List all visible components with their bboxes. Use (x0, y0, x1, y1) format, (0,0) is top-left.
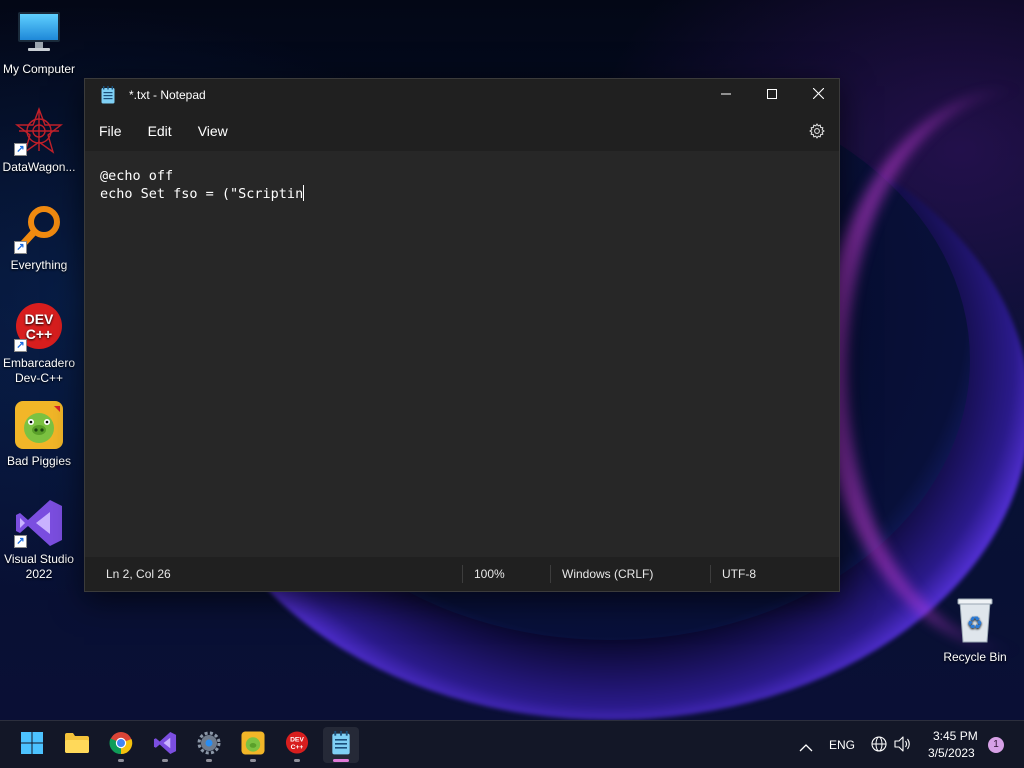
clock-date[interactable]: 3/5/2023 (928, 746, 975, 760)
globe-icon[interactable] (871, 736, 887, 756)
status-bar: Ln 2, Col 26 100% Windows (CRLF) UTF-8 (85, 557, 839, 591)
taskbar-devcpp[interactable]: DEV C++ (279, 727, 315, 763)
taskbar-settings[interactable] (191, 727, 227, 763)
notepad-icon (101, 86, 115, 104)
file-explorer-icon (64, 732, 90, 758)
notification-badge[interactable]: 1 (988, 737, 1004, 753)
notepad-icon (331, 731, 351, 759)
taskbar: DEV C++ ENG 3:45 PM 3/5/2023 1 (0, 720, 1024, 768)
running-indicator (206, 759, 212, 762)
desktop-icon-my-computer[interactable]: My Computer (0, 8, 78, 77)
desktop-icon-label: Visual Studio 2022 (4, 552, 74, 581)
taskbar-notepad[interactable] (323, 727, 359, 763)
text-caret (303, 185, 305, 201)
minimize-button[interactable] (703, 79, 749, 111)
svg-text:DEV: DEV (290, 737, 304, 744)
cursor-position: Ln 2, Col 26 (106, 567, 171, 581)
taskbar-bad-piggies[interactable] (235, 727, 271, 763)
svg-text:DEV: DEV (25, 311, 54, 327)
menu-bar: File Edit View (85, 115, 839, 147)
running-indicator (294, 759, 300, 762)
maximize-button[interactable] (749, 79, 795, 111)
devcpp-icon: DEV C++ (285, 731, 309, 759)
menu-view[interactable]: View (185, 115, 241, 147)
status-divider (550, 565, 551, 583)
status-divider (462, 565, 463, 583)
desktop-icon-recycle-bin[interactable]: ♻ Recycle Bin (936, 596, 1014, 665)
bad-piggies-icon (241, 731, 265, 759)
pig-icon (14, 400, 64, 450)
notepad-window[interactable]: *.txt - Notepad File Edit View @echo off… (84, 78, 840, 592)
running-indicator (162, 759, 168, 762)
title-bar[interactable]: *.txt - Notepad (85, 79, 839, 111)
desktop-icon-label: Recycle Bin (943, 650, 1007, 664)
menu-edit[interactable]: Edit (135, 115, 185, 147)
editor-line-current: echo Set fso = ("Scriptin (100, 185, 839, 203)
line-ending: Windows (CRLF) (562, 567, 654, 581)
desktop-icon-label: My Computer (2, 62, 76, 76)
svg-text:C++: C++ (26, 326, 52, 342)
status-divider (710, 565, 711, 583)
desktop-icon-bad-piggies[interactable]: Bad Piggies (0, 400, 78, 469)
shortcut-arrow-icon: ↗ (14, 535, 27, 548)
zoom-level: 100% (474, 567, 505, 581)
visual-studio-icon: ↗ (14, 498, 64, 548)
chrome-icon (109, 731, 133, 759)
language-indicator[interactable]: ENG (829, 738, 855, 752)
minimize-icon (721, 88, 731, 102)
maximize-icon (767, 88, 777, 102)
visual-studio-icon (153, 731, 177, 759)
running-indicator (118, 759, 124, 762)
desktop-icon-devcpp[interactable]: DEV C++ ↗ Embarcadero Dev-C++ (0, 302, 78, 386)
text-editor[interactable]: @echo off echo Set fso = ("Scriptin (85, 151, 839, 557)
taskbar-file-explorer[interactable] (59, 727, 95, 763)
settings-icon (197, 731, 221, 759)
desktop-icon-datawagon[interactable]: ↗ DataWagon... (0, 106, 78, 175)
menu-file[interactable]: File (86, 115, 135, 147)
datawagon-icon: ↗ (14, 106, 64, 156)
gear-icon[interactable] (809, 123, 825, 139)
shortcut-arrow-icon: ↗ (14, 143, 27, 156)
magnifier-icon: ↗ (14, 204, 64, 254)
taskbar-chrome[interactable] (103, 727, 139, 763)
editor-line: @echo off (100, 168, 174, 184)
running-indicator (250, 759, 256, 762)
svg-text:C++: C++ (291, 744, 304, 751)
monitor-icon (14, 8, 64, 58)
close-button[interactable] (795, 79, 841, 111)
svg-text:♻: ♻ (967, 613, 983, 634)
desktop-icon-label: Embarcadero Dev-C++ (2, 356, 76, 385)
desktop-icon-label: Everything (10, 258, 68, 272)
window-title: *.txt - Notepad (129, 88, 206, 102)
encoding: UTF-8 (722, 567, 756, 581)
desktop-icon-everything[interactable]: ↗ Everything (0, 204, 78, 273)
shortcut-arrow-icon: ↗ (14, 339, 27, 352)
active-indicator (333, 759, 349, 762)
shortcut-arrow-icon: ↗ (14, 241, 27, 254)
chevron-up-icon[interactable] (799, 738, 813, 757)
volume-icon[interactable] (894, 736, 912, 756)
devcpp-icon: DEV C++ ↗ (14, 302, 64, 352)
desktop-icon-visual-studio[interactable]: ↗ Visual Studio 2022 (0, 498, 78, 582)
desktop-icon-label: DataWagon... (2, 160, 76, 174)
recycle-bin-icon: ♻ (950, 596, 1000, 646)
desktop-icon-label: Bad Piggies (6, 454, 72, 468)
clock-time[interactable]: 3:45 PM (933, 729, 978, 743)
close-icon (812, 87, 824, 102)
start-icon (20, 731, 44, 759)
taskbar-visual-studio[interactable] (147, 727, 183, 763)
editor-line-text: echo Set fso = ("Scriptin (100, 186, 304, 202)
start-button[interactable] (14, 727, 50, 763)
